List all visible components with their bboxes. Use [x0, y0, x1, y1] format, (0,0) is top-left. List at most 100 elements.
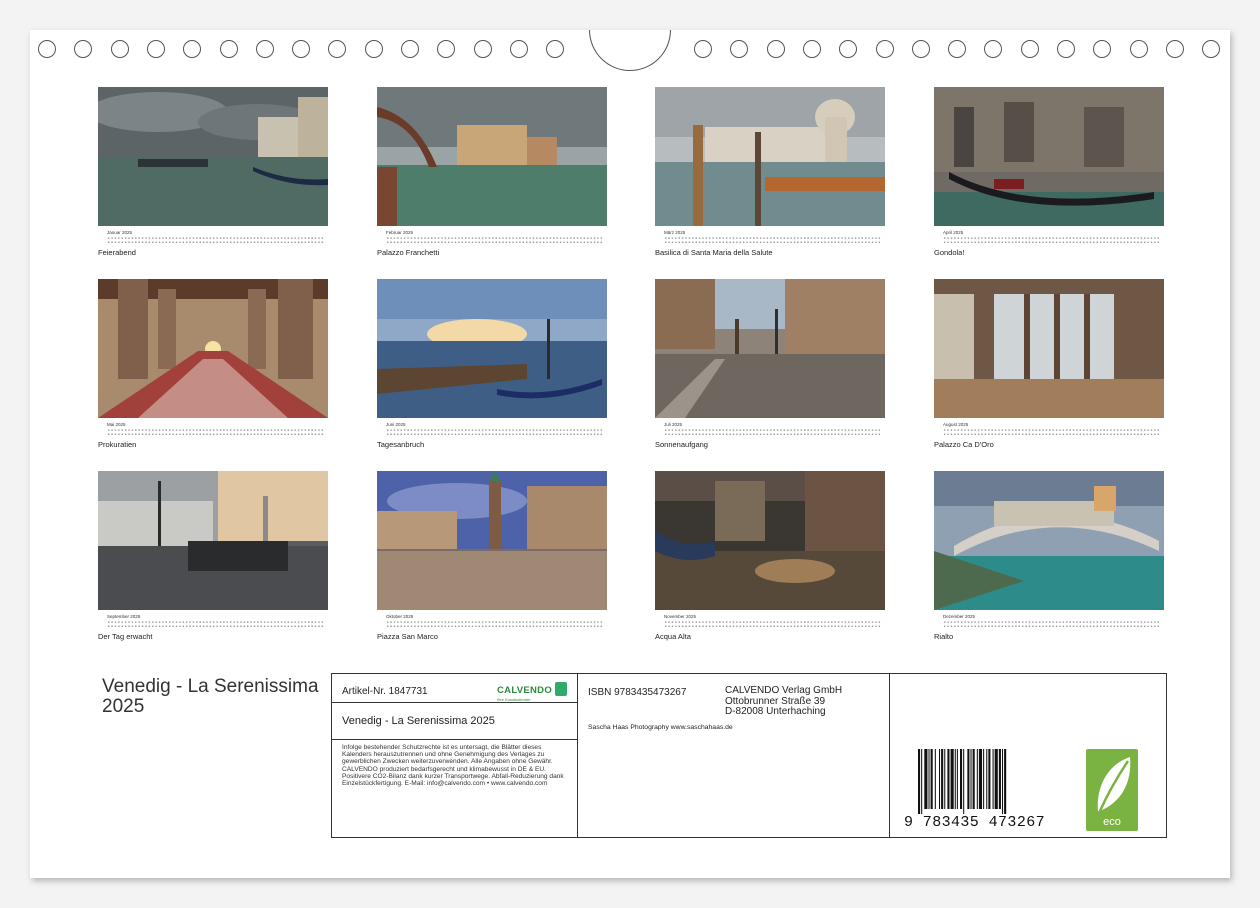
- binding-hole: [1057, 40, 1075, 58]
- day-grid: [664, 236, 881, 245]
- month-photo: [655, 87, 885, 226]
- mini-calendar: Februar 2025: [377, 226, 607, 246]
- brand-name: CALVENDO: [497, 685, 553, 696]
- month-name: Januar 2025: [107, 230, 133, 235]
- month-name: September 2025: [107, 614, 141, 619]
- day-grid: [386, 236, 603, 245]
- info-box: Artikel-Nr. 1847731 CALVENDO Ihre Kunstk…: [331, 673, 1167, 838]
- publisher-line: D-82008 Unterhaching: [725, 706, 826, 717]
- binding-hole: [38, 40, 56, 58]
- month-photo: [377, 279, 607, 418]
- day-grid: [107, 620, 324, 629]
- month-tile: November 2025 Acqua Alta: [655, 471, 885, 641]
- month-tile: September 2025 Der Tag erwacht: [98, 471, 328, 641]
- photo-caption: Palazzo Franchetti: [377, 248, 440, 257]
- photo-caption: Rialto: [934, 632, 954, 641]
- photo-caption: Der Tag erwacht: [98, 632, 153, 641]
- binding-hole: [839, 40, 858, 58]
- binding-hole: [183, 40, 202, 58]
- binding-hole: [1129, 40, 1148, 58]
- day-grid: [943, 236, 1160, 245]
- binding-hole: [911, 40, 930, 58]
- binding-hole: [1093, 40, 1112, 58]
- binding-hole: [694, 40, 712, 58]
- mini-calendar: Oktober 2025: [377, 610, 607, 630]
- publisher-address: CALVENDO Verlag GmbH Ottobrunner Straße …: [725, 685, 842, 718]
- photographer-credit: Sascha Haas Photography www.saschahaas.d…: [588, 724, 733, 731]
- binding-hole: [110, 40, 129, 58]
- photo-caption: Feierabend: [98, 248, 136, 257]
- binding-hole: [1165, 40, 1184, 58]
- mini-calendar: Januar 2025: [98, 226, 328, 246]
- month-photo: [377, 471, 607, 610]
- day-grid: [386, 428, 603, 437]
- month-tile: Juni 2025 Tagesanbruch: [377, 279, 607, 449]
- legal-text: Infolge bestehender Schutzrechte ist es …: [342, 744, 564, 788]
- day-grid: [943, 620, 1160, 629]
- month-name: Oktober 2025: [386, 614, 414, 619]
- binding-hole: [255, 40, 274, 58]
- month-tile: April 2025 Gondola!: [934, 87, 1164, 257]
- article-number: Artikel-Nr. 1847731: [342, 686, 428, 697]
- photo-caption: Basilica di Santa Maria della Salute: [655, 248, 773, 257]
- barcode: [918, 749, 1007, 814]
- day-grid: [107, 236, 324, 245]
- binding-hole: [437, 40, 456, 58]
- month-photo: [98, 279, 328, 418]
- month-photo: [934, 279, 1164, 418]
- binding-hole: [546, 40, 565, 58]
- info-title: Venedig - La Serenissima 2025: [342, 715, 495, 727]
- binding-hole: [401, 40, 419, 58]
- title-row: Venedig - La Serenissima 2025: [332, 703, 577, 740]
- binding-hole: [802, 40, 821, 58]
- photo-caption: Acqua Alta: [655, 632, 691, 641]
- binding-hole: [509, 40, 528, 58]
- month-name: Februar 2025: [386, 230, 414, 235]
- binding-hole: [146, 40, 165, 58]
- month-name: Juni 2025: [386, 422, 406, 427]
- photo-caption: Piazza San Marco: [377, 632, 438, 641]
- barcode-number: 9 783435 473267: [904, 814, 1046, 831]
- binding-hole: [473, 40, 492, 58]
- info-column-right: 9 783435 473267 eco: [890, 674, 1165, 837]
- month-tile: März 2025 Basilica di Santa Maria della …: [655, 87, 885, 257]
- month-photo: [655, 279, 885, 418]
- month-name: August 2025: [943, 422, 969, 427]
- month-tile: Mai 2025 Prokuratien: [98, 279, 328, 449]
- month-tile: August 2025 Palazzo Ca D'Oro: [934, 279, 1164, 449]
- mini-calendar: Mai 2025: [98, 418, 328, 438]
- calvendo-logo-icon: [555, 682, 567, 696]
- mini-calendar: April 2025: [934, 226, 1164, 246]
- month-name: Juli 2025: [664, 422, 683, 427]
- day-grid: [664, 428, 881, 437]
- mini-calendar: März 2025: [655, 226, 885, 246]
- month-name: Dezember 2025: [943, 614, 976, 619]
- binding-hole: [730, 40, 749, 58]
- month-photo: [98, 471, 328, 610]
- mini-calendar: Juni 2025: [377, 418, 607, 438]
- binding-hole: [292, 40, 311, 58]
- binding-hole: [984, 40, 1003, 58]
- photo-caption: Sonnenaufgang: [655, 440, 708, 449]
- binding-hole: [1202, 40, 1221, 58]
- day-grid: [107, 428, 324, 437]
- month-name: März 2025: [664, 230, 686, 235]
- month-name: April 2025: [943, 230, 964, 235]
- mini-calendar: September 2025: [98, 610, 328, 630]
- calendar-title: Venedig - La Serenissima 2025: [102, 676, 319, 717]
- month-name: Mai 2025: [107, 422, 126, 427]
- binding-hole: [74, 40, 93, 58]
- mini-calendar: August 2025: [934, 418, 1164, 438]
- binding-hole: [219, 40, 238, 58]
- photo-caption: Gondola!: [934, 248, 965, 257]
- brand-subtitle: Ihre Kunstkalender: [497, 697, 531, 702]
- leaf-icon: [1097, 757, 1131, 812]
- mini-calendar: November 2025: [655, 610, 885, 630]
- article-row: Artikel-Nr. 1847731 CALVENDO Ihre Kunstk…: [332, 674, 577, 703]
- mini-calendar: Juli 2025: [655, 418, 885, 438]
- info-column-middle: ISBN 9783435473267 CALVENDO Verlag GmbH …: [578, 674, 890, 837]
- day-grid: [386, 620, 603, 629]
- photo-caption: Prokuratien: [98, 440, 137, 449]
- day-grid: [943, 428, 1160, 437]
- photo-caption: Tagesanbruch: [377, 440, 425, 449]
